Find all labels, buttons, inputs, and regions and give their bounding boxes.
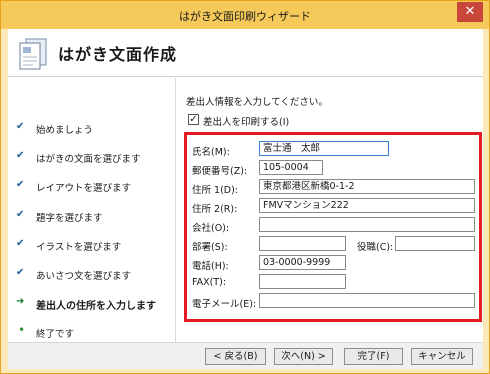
sender-form-highlight: 氏名(M): 富士通 太郎 郵便番号(Z): 105-0004 住所 1(D):… (184, 132, 482, 322)
step-select-design: ✔ はがきの文面を選びます (16, 150, 176, 166)
company-field[interactable] (259, 217, 475, 232)
phone-label: 電話(H): (192, 261, 229, 272)
fax-field[interactable] (259, 274, 346, 289)
postal-label: 郵便番号(Z): (192, 166, 248, 177)
step-label: はがきの文面を選びます (36, 154, 141, 165)
arrow-right-icon: ➜ (16, 296, 25, 307)
company-label: 会社(O): (192, 223, 230, 234)
step-label: 終了です (36, 329, 75, 340)
address2-field[interactable]: FMVマンション222 (259, 198, 475, 213)
bullet-icon: • (18, 323, 26, 337)
wizard-window: はがき文面印刷ウィザード ✕ はがき文面作成 ✔ 始めましょう ✔ はがきの文面… (0, 0, 490, 374)
name-label: 氏名(M): (192, 147, 230, 158)
sender-info-panel: 差出人情報を入力してください。 ✓ 差出人を印刷する(I) 氏名(M): 富士通… (184, 78, 483, 342)
step-start: ✔ 始めましょう (16, 121, 176, 137)
check-icon: ✔ (16, 179, 25, 190)
check-icon: ✔ (16, 238, 25, 249)
step-select-greeting: ✔ あいさつ文を選びます (16, 267, 176, 283)
step-select-title: ✔ 題字を選びます (16, 209, 176, 225)
phone-field[interactable]: 03-0000-9999 (259, 255, 346, 270)
step-label: イラストを選びます (36, 242, 122, 253)
step-finish: • 終了です (16, 323, 176, 341)
wizard-header: はがき文面作成 (8, 29, 483, 77)
back-button[interactable]: < 戻る(B) (205, 348, 266, 365)
step-sender-address: ➜ 差出人の住所を入力します (16, 296, 176, 312)
step-label: 題字を選びます (36, 213, 103, 224)
address1-field[interactable]: 東京都港区新橋0-1-2 (259, 179, 475, 194)
step-label: 始めましょう (36, 125, 94, 136)
check-icon: ✔ (16, 121, 25, 132)
instruction-text: 差出人情報を入力してください。 (186, 97, 328, 108)
title-bar[interactable]: はがき文面印刷ウィザード ✕ (1, 1, 489, 29)
check-icon: ✔ (16, 150, 25, 161)
step-select-layout: ✔ レイアウトを選びます (16, 179, 176, 195)
address1-label: 住所 1(D): (192, 185, 238, 196)
wizard-content: はがき文面作成 ✔ 始めましょう ✔ はがきの文面を選びます ✔ レイアウトを選… (8, 29, 483, 369)
department-label: 部署(S): (192, 242, 228, 253)
close-button[interactable]: ✕ (457, 2, 483, 22)
step-label: 差出人の住所を入力します (36, 301, 156, 312)
print-sender-checkbox[interactable]: ✓ (188, 114, 199, 125)
check-icon: ✔ (16, 209, 25, 220)
cancel-button[interactable]: キャンセル (411, 348, 473, 365)
steps-sidebar: ✔ 始めましょう ✔ はがきの文面を選びます ✔ レイアウトを選びます ✔ 題字… (8, 78, 176, 342)
email-field[interactable] (259, 293, 475, 308)
step-label: あいさつ文を選びます (36, 271, 132, 282)
position-field[interactable] (395, 236, 475, 251)
name-field[interactable]: 富士通 太郎 (259, 141, 389, 156)
position-label: 役職(C): (357, 242, 394, 253)
next-button[interactable]: 次へ(N) > (274, 348, 333, 365)
step-label: レイアウトを選びます (36, 183, 132, 194)
department-field[interactable] (259, 236, 346, 251)
finish-button[interactable]: 完了(F) (344, 348, 403, 365)
email-label: 電子メール(E): (192, 299, 257, 310)
step-select-illustration: ✔ イラストを選びます (16, 238, 176, 254)
postal-field[interactable]: 105-0004 (259, 160, 323, 175)
window-title: はがき文面印刷ウィザード (179, 10, 311, 23)
print-sender-label[interactable]: 差出人を印刷する(I) (203, 114, 289, 128)
address2-label: 住所 2(R): (192, 204, 238, 215)
postcard-icon (19, 38, 47, 70)
check-icon: ✔ (16, 267, 25, 278)
fax-label: FAX(T): (192, 277, 227, 288)
page-title: はがき文面作成 (58, 45, 178, 64)
button-bar: < 戻る(B) 次へ(N) > 完了(F) キャンセル (8, 342, 483, 369)
